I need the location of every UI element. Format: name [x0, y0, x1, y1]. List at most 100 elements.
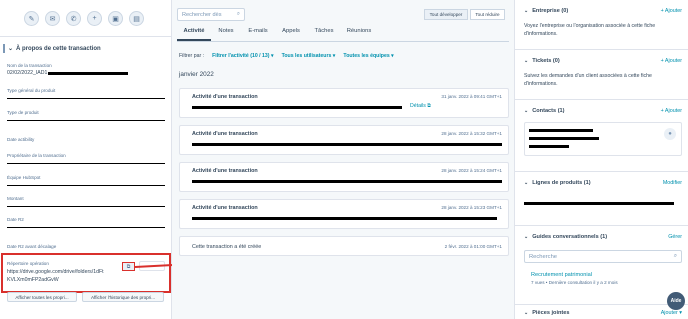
field-date-r2-before-shift[interactable]: Date R2 avant décalage: [7, 244, 165, 249]
show-property-history-button[interactable]: Afficher l'historique des propri...: [82, 292, 164, 302]
field-label: Nom de la transaction: [7, 63, 52, 68]
add-attachment-dropdown[interactable]: Ajouter ▾: [661, 310, 682, 316]
divider: [515, 304, 688, 305]
filter-activity-dropdown[interactable]: Filtrer l'activité (10 / 13) ▾: [212, 53, 274, 59]
section-about-title: À propos de cette transaction: [16, 45, 101, 52]
copy-link-icon[interactable]: ⧉: [122, 262, 135, 271]
playbook-link[interactable]: Recrutement patrimonial: [531, 272, 618, 278]
edit-icon[interactable]: ✎: [24, 11, 39, 26]
redacted-block: [7, 120, 165, 121]
field-value-text: 02/02/2022_IAD1: [7, 70, 48, 76]
card-date: 2 févr. 2022 à 01:00 GMT+1: [444, 244, 502, 249]
activity-tabs: Activité Notes E-mails Appels Tâches Réu…: [177, 28, 377, 41]
section-contacts-header[interactable]: ⌄ Contacts (1): [524, 108, 565, 114]
field-label: Date R2: [7, 217, 24, 222]
card-title: Activité d'une transaction: [192, 94, 258, 100]
tab-calls[interactable]: Appels: [275, 28, 307, 41]
help-button[interactable]: Aide: [667, 292, 685, 310]
section-line-items-header[interactable]: ⌄ Lignes de produits (1): [524, 180, 591, 186]
timeline-card-created[interactable]: Cette transaction a été créée 2 févr. 20…: [179, 236, 509, 256]
contact-card[interactable]: ●: [524, 122, 682, 156]
field-label: Date actibility: [7, 137, 35, 142]
card-title: Activité d'une transaction: [192, 131, 258, 137]
tab-meetings[interactable]: Réunions: [341, 28, 377, 41]
timeline-card[interactable]: Activité d'une transaction 28 janv. 2022…: [179, 199, 509, 229]
redacted-block: [7, 227, 165, 228]
chevron-down-icon: ⌄: [524, 310, 529, 316]
edit-line-items-button[interactable]: Modifier: [663, 180, 682, 186]
filter-teams-dropdown[interactable]: Toutes les équipes ▾: [343, 53, 393, 59]
field-general-product-type[interactable]: Type général du produit: [7, 88, 165, 99]
phone-icon[interactable]: ✆: [66, 11, 81, 26]
field-label: Type de produit: [7, 110, 39, 115]
add-company-button[interactable]: + Ajouter: [661, 8, 682, 14]
playbook-search-input[interactable]: Recherche ⌕: [524, 250, 682, 263]
details-link[interactable]: Détails ⧉: [410, 103, 431, 110]
section-company-header[interactable]: ⌄ Entreprise (0): [524, 8, 568, 14]
field-date-r2[interactable]: Date R2: [7, 217, 165, 228]
divider: [515, 225, 688, 226]
redacted-block: [529, 145, 569, 148]
task-icon[interactable]: ▤: [129, 11, 144, 26]
section-about-header[interactable]: ⌄ À propos de cette transaction: [3, 44, 101, 53]
section-playbooks-header[interactable]: ⌄ Guides conversationnels (1): [524, 234, 607, 240]
field-label: Date R2 avant décalage: [7, 244, 57, 249]
calendar-icon[interactable]: ▣: [108, 11, 123, 26]
expand-all-button[interactable]: Tout développer: [424, 9, 468, 20]
field-label: Propriétaire de la transaction: [7, 153, 66, 158]
annotation-highlight-box: [1, 253, 171, 293]
section-description: Suivez les demandes d'un client associée…: [524, 73, 652, 87]
tab-notes[interactable]: Notes: [211, 28, 241, 41]
redacted-block: [48, 71, 129, 75]
section-attachments-header[interactable]: ⌄ Pièces jointes: [524, 310, 570, 316]
avatar: ●: [664, 128, 676, 140]
add-ticket-button[interactable]: + Ajouter: [661, 58, 682, 64]
search-icon: ⌕: [673, 253, 677, 259]
field-deal-owner[interactable]: Propriétaire de la transaction: [7, 153, 165, 164]
section-title: Lignes de produits (1): [532, 180, 591, 186]
tab-tasks[interactable]: Tâches: [307, 28, 341, 41]
field-value: 02/02/2022_IAD1: [7, 70, 165, 76]
redacted-block: [7, 206, 165, 207]
manage-playbooks-button[interactable]: Gérer: [668, 234, 682, 240]
field-amount[interactable]: Montant: [7, 196, 165, 207]
activity-timeline-panel: Rechercher dès ⌕ Tout développer Tout ré…: [172, 0, 514, 319]
field-product-type[interactable]: Type de produit: [7, 110, 165, 121]
redacted-block: [7, 163, 165, 164]
divider: [0, 36, 171, 37]
field-label: Montant: [7, 196, 24, 201]
show-all-properties-button[interactable]: Afficher toutes les propri...: [7, 292, 77, 302]
redacted-block: [7, 98, 165, 99]
search-placeholder: Rechercher dès: [182, 11, 222, 18]
add-icon[interactable]: +: [87, 11, 102, 26]
filter-label: Filtrer par :: [179, 53, 205, 59]
add-contact-button[interactable]: + Ajouter: [661, 108, 682, 114]
activity-search-input[interactable]: Rechercher dès ⌕: [177, 8, 245, 21]
section-title: Tickets (0): [532, 58, 560, 64]
section-title: Entreprise (0): [532, 8, 569, 14]
card-date: 28 janv. 2022 à 15:23 GMT+1: [441, 205, 502, 210]
field-label: Type général du produit: [7, 88, 56, 93]
section-tickets-header[interactable]: ⌄ Tickets (0): [524, 58, 560, 64]
chevron-down-icon: ⌄: [524, 108, 529, 114]
chevron-down-icon: ⌄: [524, 180, 529, 186]
field-hubspot-team[interactable]: Équipe HubSpot: [7, 175, 165, 186]
card-date: 28 janv. 2022 à 15:32 GMT+1: [441, 131, 502, 136]
timeline-card[interactable]: Activité d'une transaction 31 janv. 2022…: [179, 88, 509, 118]
chevron-down-icon: ⌄: [524, 234, 529, 240]
timeline-card[interactable]: Activité d'une transaction 28 janv. 2022…: [179, 125, 509, 155]
tab-activity[interactable]: Activité: [177, 28, 211, 41]
field-date-actibility[interactable]: Date actibility: [7, 137, 165, 142]
card-title: Activité d'une transaction: [192, 205, 258, 211]
field-deal-name[interactable]: Nom de la transaction 02/02/2022_IAD1: [7, 63, 165, 76]
chevron-down-icon: ⌄: [524, 8, 529, 14]
collapse-all-button[interactable]: Tout réduire: [470, 9, 505, 20]
email-icon[interactable]: ✉: [45, 11, 60, 26]
redacted-block: [529, 129, 593, 132]
redacted-block: [529, 137, 599, 140]
tab-emails[interactable]: E-mails: [241, 28, 275, 41]
divider: [515, 49, 688, 50]
timeline-card[interactable]: Activité d'une transaction 28 janv. 2022…: [179, 162, 509, 192]
section-title: Pièces jointes: [532, 310, 570, 316]
filter-users-dropdown[interactable]: Tous les utilisateurs ▾: [282, 53, 336, 59]
